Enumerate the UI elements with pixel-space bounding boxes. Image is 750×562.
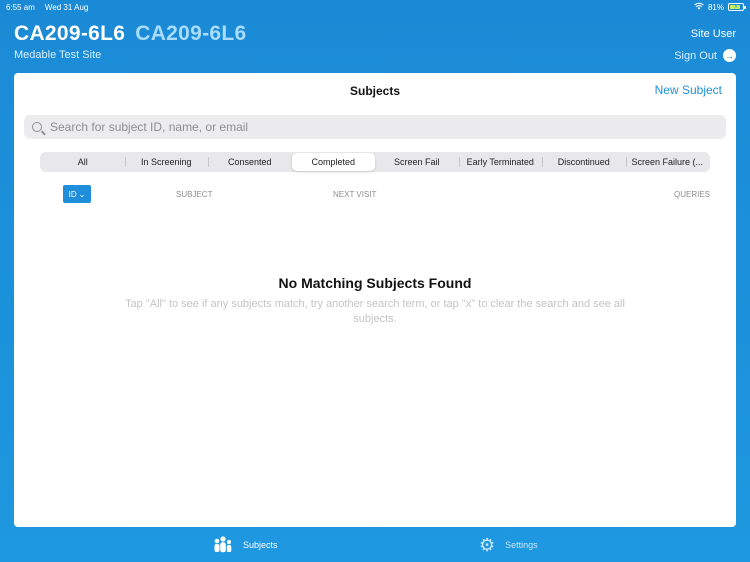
- tab-subjects[interactable]: Subjects: [213, 536, 278, 554]
- search-icon: [32, 122, 42, 132]
- segment-completed[interactable]: Completed: [291, 153, 375, 171]
- sign-out-button[interactable]: Sign Out →: [674, 49, 736, 62]
- segment-all[interactable]: All: [41, 153, 125, 171]
- column-next-visit[interactable]: NEXT VISIT: [333, 190, 376, 199]
- search-input[interactable]: Search for subject ID, name, or email: [24, 115, 726, 139]
- new-subject-button[interactable]: New Subject: [655, 83, 722, 97]
- empty-state-title: No Matching Subjects Found: [278, 275, 472, 291]
- wifi-icon: [694, 2, 704, 12]
- study-code-secondary: CA209-6L6: [135, 22, 247, 45]
- status-bar: 6:55 am Wed 31 Aug 81% ⚡: [0, 0, 750, 14]
- segment-screen-failure[interactable]: Screen Failure (...: [625, 153, 710, 171]
- id-sort-button[interactable]: ID ⌄: [63, 185, 91, 203]
- segment-in-screening[interactable]: In Screening: [124, 153, 209, 171]
- tab-settings-label: Settings: [505, 540, 538, 550]
- tab-subjects-label: Subjects: [243, 540, 278, 550]
- empty-state-text: Tap "All" to see if any subjects match, …: [125, 298, 625, 325]
- segment-discontinued[interactable]: Discontinued: [542, 153, 626, 171]
- chevron-down-icon: ⌄: [78, 189, 86, 199]
- study-code: CA209-6L6: [14, 22, 126, 45]
- user-label: Site User: [690, 28, 736, 40]
- battery-icon: ⚡: [728, 3, 746, 11]
- arrow-right-icon: →: [723, 49, 736, 62]
- gear-icon: ⚙: [479, 535, 496, 555]
- sign-out-label: Sign Out: [674, 49, 717, 62]
- id-sort-label: ID: [68, 189, 77, 199]
- panel-title: Subjects: [349, 84, 400, 98]
- status-filter-segments: All In Screening Consented Completed Scr…: [40, 152, 710, 172]
- study-title: CA209-6L6 CA209-6L6: [14, 22, 736, 46]
- table-header: ID ⌄ SUBJECT NEXT VISIT QUERIES: [14, 185, 736, 203]
- column-subject[interactable]: SUBJECT: [176, 190, 212, 199]
- segment-early-terminated[interactable]: Early Terminated: [458, 153, 543, 171]
- subjects-panel: Subjects New Subject Search for subject …: [14, 73, 736, 527]
- search-placeholder: Search for subject ID, name, or email: [50, 120, 249, 134]
- segment-screen-fail[interactable]: Screen Fail: [375, 153, 459, 171]
- tab-bar: Subjects ⚙ Settings: [0, 527, 750, 562]
- tab-settings[interactable]: ⚙ Settings: [479, 536, 538, 554]
- site-name: Medable Test Site: [14, 49, 102, 61]
- status-date: Wed 31 Aug: [44, 2, 89, 12]
- people-icon: [213, 536, 233, 554]
- column-queries[interactable]: QUERIES: [674, 190, 710, 199]
- header: CA209-6L6 CA209-6L6 Medable Test Site Si…: [14, 22, 736, 70]
- status-time: 6:55 am: [6, 2, 35, 12]
- battery-percent: 81%: [707, 2, 724, 12]
- segment-consented[interactable]: Consented: [208, 153, 292, 171]
